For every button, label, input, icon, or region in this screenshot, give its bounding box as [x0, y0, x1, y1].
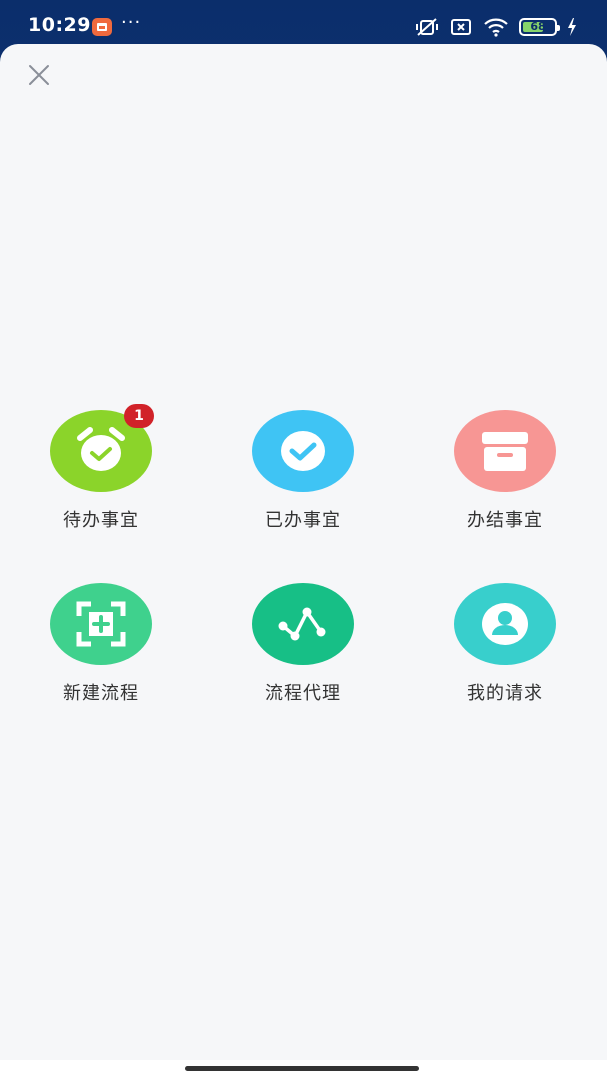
- menu-item-my-request[interactable]: 我的请求: [435, 583, 575, 705]
- menu-item-process-agent[interactable]: 流程代理: [233, 583, 373, 705]
- status-time: 10:29: [28, 14, 91, 36]
- todo-icon-circle: 1: [50, 404, 154, 492]
- no-sim-icon: [451, 19, 471, 35]
- menu-item-finished[interactable]: 办结事宜: [435, 410, 575, 532]
- alarm-clock-check-icon: [77, 427, 125, 471]
- menu-item-done[interactable]: 已办事宜: [233, 410, 373, 532]
- flow-line-icon: [278, 607, 326, 641]
- my-request-icon-circle: [454, 583, 556, 665]
- battery-icon: 68: [519, 18, 560, 36]
- menu-item-label: 待办事宜: [63, 510, 139, 531]
- archive-box-icon: [482, 432, 528, 471]
- done-icon-circle: [252, 410, 354, 492]
- status-bar: 10:29 ··· 68: [0, 0, 607, 48]
- menu-item-label: 办结事宜: [467, 510, 543, 531]
- new-process-icon-circle: [50, 583, 152, 665]
- mute-vibrate-icon: [416, 18, 438, 36]
- menu-item-todo[interactable]: 1 待办事宜: [31, 404, 171, 532]
- user-avatar-icon: [482, 603, 528, 645]
- finished-icon-circle: [454, 410, 556, 492]
- charging-icon: [568, 18, 576, 36]
- close-icon[interactable]: [24, 60, 54, 90]
- menu-item-label: 流程代理: [265, 683, 341, 704]
- home-indicator[interactable]: [185, 1066, 419, 1071]
- todo-count-badge: 1: [124, 404, 154, 428]
- menu-item-label: 我的请求: [467, 683, 543, 704]
- battery-level: 68: [530, 20, 546, 33]
- menu-item-label: 已办事宜: [265, 510, 341, 531]
- add-frame-icon: [76, 601, 126, 647]
- menu-sheet: 1 待办事宜 已办事宜 办结事宜 新建流程 流程代理 我的请求: [0, 44, 607, 1060]
- process-agent-icon-circle: [252, 583, 354, 665]
- check-icon: [281, 431, 325, 471]
- wifi-icon: [484, 18, 508, 37]
- status-icons: 68: [415, 16, 577, 38]
- status-more: ···: [121, 12, 142, 33]
- menu-item-new-process[interactable]: 新建流程: [31, 583, 171, 705]
- notification-app-icon: [92, 18, 112, 36]
- menu-item-label: 新建流程: [63, 683, 139, 704]
